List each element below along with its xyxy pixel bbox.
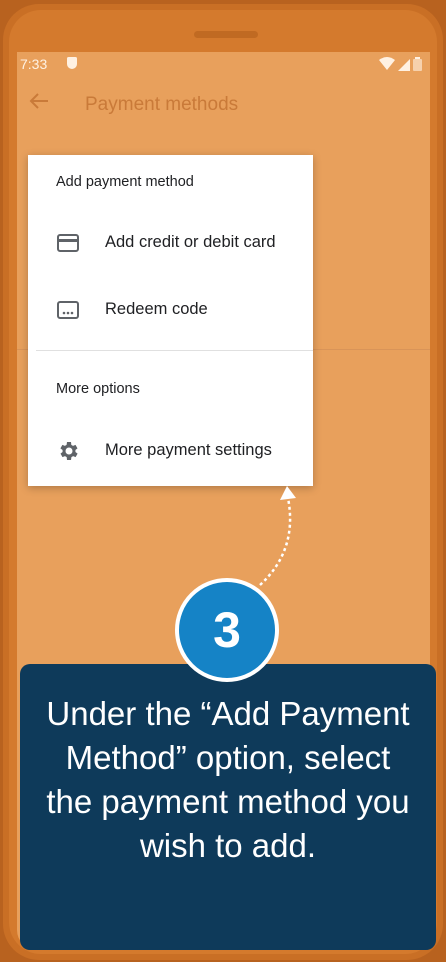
battery-icon (413, 57, 422, 71)
menu-item-label: Redeem code (105, 300, 208, 318)
status-time: 7:33 (20, 56, 48, 72)
redeem-code-icon (56, 298, 80, 322)
menu-item-redeem-code[interactable]: Redeem code (28, 284, 313, 336)
shield-icon (67, 57, 77, 69)
arrow-back-icon[interactable] (29, 90, 57, 118)
signal-icon (398, 59, 410, 71)
status-bar: 7:33 (17, 52, 430, 76)
menu-item-label: More payment settings (105, 441, 272, 459)
app-bar: Payment methods (17, 76, 430, 132)
speaker-grille (194, 31, 258, 38)
instruction-text: Under the “Add Payment Method” option, s… (46, 695, 410, 864)
step-number-badge: 3 (175, 578, 279, 682)
pointer-arrow-icon (259, 486, 296, 586)
menu-section-more-title: More options (56, 381, 140, 397)
page-title: Payment methods (85, 94, 239, 115)
menu-item-add-card[interactable]: Add credit or debit card (28, 217, 313, 269)
menu-divider (36, 350, 313, 351)
add-payment-menu: Add payment method Add credit or debit c… (28, 155, 313, 486)
menu-item-label: Add credit or debit card (105, 233, 276, 251)
status-icons (379, 57, 422, 71)
wifi-icon (379, 57, 395, 70)
instruction-callout: Under the “Add Payment Method” option, s… (20, 664, 436, 950)
menu-section-add-title: Add payment method (56, 174, 194, 190)
gear-icon (56, 439, 80, 463)
credit-card-icon (56, 231, 80, 255)
menu-item-more-payment-settings[interactable]: More payment settings (28, 425, 313, 477)
